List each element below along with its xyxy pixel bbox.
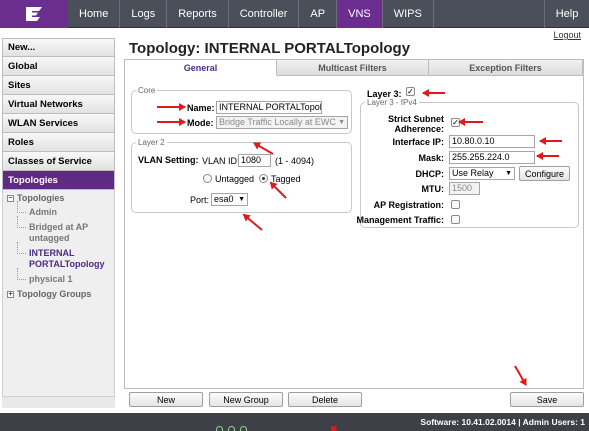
ap-registration-label: AP Registration: [373, 200, 444, 210]
alarm-icon: ✖ [330, 424, 338, 431]
collapse-icon[interactable]: − [7, 195, 14, 202]
annotation-arrow [423, 92, 445, 94]
ap-registration-checkbox[interactable] [451, 200, 460, 209]
tab-multicast-filters[interactable]: Multicast Filters [277, 60, 429, 76]
tagged-label: Tagged [271, 174, 301, 184]
top-nav-bar: Home Logs Reports Controller AP VNS WIPS… [0, 0, 589, 28]
vlan-range-hint: (1 - 4094) [275, 156, 315, 166]
nav-home[interactable]: Home [68, 0, 121, 28]
nav-vns[interactable]: VNS [337, 0, 383, 28]
layer3-checkbox[interactable]: ✓ [406, 87, 415, 96]
name-label: Name: [187, 103, 215, 113]
management-traffic-label: Management Traffic: [356, 215, 444, 225]
mask-label: Mask: [418, 153, 444, 163]
layer3-legend: Layer 3 - IPv4 [367, 98, 417, 107]
sidebar-item-virtual-networks[interactable]: Virtual Networks [2, 95, 115, 114]
interface-ip-input[interactable]: 10.80.0.10 [449, 135, 535, 148]
annotation-arrow [514, 365, 527, 386]
untagged-label: Untagged [215, 174, 255, 184]
tree-node-label: Topology Groups [17, 289, 92, 299]
dhcp-value: Use Relay [452, 168, 494, 178]
layer2-legend: Layer 2 [138, 138, 165, 147]
annotation-arrow [242, 213, 263, 231]
tab-bar: General Multicast Filters Exception Filt… [125, 60, 583, 76]
mask-input[interactable]: 255.255.224.0 [449, 151, 535, 164]
sidebar-item-global[interactable]: Global [2, 57, 115, 76]
new-button[interactable]: New [129, 392, 203, 407]
expand-icon[interactable]: + [7, 291, 14, 298]
mode-value: Bridge Traffic Locally at EWC [219, 117, 336, 127]
delete-button[interactable]: Delete [288, 392, 362, 407]
nav-reports[interactable]: Reports [167, 0, 229, 28]
tab-exception-filters[interactable]: Exception Filters [429, 60, 583, 76]
mode-label: Mode: [187, 118, 214, 128]
tree-item-internal-portal-topology[interactable]: INTERNAL PORTALTopology [7, 242, 114, 270]
sidebar-item-classes-of-service[interactable]: Classes of Service [2, 152, 115, 171]
chevron-down-icon: ▼ [238, 196, 245, 203]
port-label: Port: [190, 195, 210, 205]
status-indicators [216, 426, 247, 431]
software-version: Software: 10.41.02.0014 | Admin Users: 1 [420, 417, 585, 427]
strict-subnet-checkbox[interactable]: ✓ [451, 118, 460, 127]
vlan-setting-label: VLAN Setting: [138, 155, 199, 165]
main-nav: Home Logs Reports Controller AP VNS WIPS [68, 0, 434, 28]
status-footer: Software: 10.41.02.0014 | Admin Users: 1… [0, 413, 589, 431]
core-legend: Core [138, 86, 156, 95]
tagged-radio[interactable] [259, 174, 268, 183]
dhcp-label: DHCP: [415, 169, 445, 179]
management-traffic-checkbox[interactable] [451, 215, 460, 224]
sidebar-item-sites[interactable]: Sites [2, 76, 115, 95]
topology-tree: − Topologies Admin Bridged at AP untagge… [2, 190, 115, 397]
status-light-icon [228, 426, 235, 431]
sidebar-item-roles[interactable]: Roles [2, 133, 115, 152]
sidebar-item-new[interactable]: New... [2, 38, 115, 57]
nav-logs[interactable]: Logs [120, 0, 168, 28]
port-select[interactable]: esa0 ▼ [211, 193, 248, 206]
mtu-input[interactable]: 1500 [449, 182, 480, 195]
brand-logo-icon[interactable] [0, 0, 68, 28]
logout-link[interactable]: Logout [553, 30, 581, 40]
nav-controller[interactable]: Controller [229, 0, 300, 28]
tree-node-topology-groups[interactable]: + Topology Groups [7, 289, 114, 300]
mode-select[interactable]: Bridge Traffic Locally at EWC ▼ [216, 116, 348, 129]
tree-item-physical-1[interactable]: physical 1 [7, 268, 114, 285]
chevron-down-icon: ▼ [505, 170, 512, 177]
sidebar: New... Global Sites Virtual Networks WLA… [2, 38, 115, 408]
new-group-button[interactable]: New Group [209, 392, 283, 407]
nav-help[interactable]: Help [544, 0, 589, 28]
tab-general[interactable]: General [125, 60, 277, 76]
interface-ip-label: Interface IP: [392, 137, 444, 147]
page-title: Topology: INTERNAL PORTALTopology [129, 40, 411, 57]
name-input[interactable]: INTERNAL PORTALTopology [216, 101, 322, 114]
status-light-icon [240, 426, 247, 431]
configure-button[interactable]: Configure [519, 166, 570, 181]
vlan-id-label: VLAN ID: [202, 156, 240, 166]
topology-panel: General Multicast Filters Exception Filt… [124, 59, 584, 389]
vlan-id-input[interactable]: 1080 [238, 154, 271, 167]
port-value: esa0 [214, 194, 234, 204]
sidebar-item-topologies[interactable]: Topologies [2, 171, 115, 190]
chevron-down-icon: ▼ [338, 119, 345, 126]
untagged-radio[interactable] [203, 174, 212, 183]
strict-subnet-label: Strict Subnet Adherence: [387, 114, 444, 134]
nav-wips[interactable]: WIPS [383, 0, 434, 28]
save-button[interactable]: Save [510, 392, 584, 407]
sidebar-item-wlan-services[interactable]: WLAN Services [2, 114, 115, 133]
nav-ap[interactable]: AP [299, 0, 338, 28]
status-light-icon [216, 426, 223, 431]
dhcp-select[interactable]: Use Relay ▼ [449, 167, 515, 180]
mtu-label: MTU: [421, 184, 445, 194]
tree-item-bridged-at-ap-untagged[interactable]: Bridged at AP untagged [7, 216, 114, 244]
